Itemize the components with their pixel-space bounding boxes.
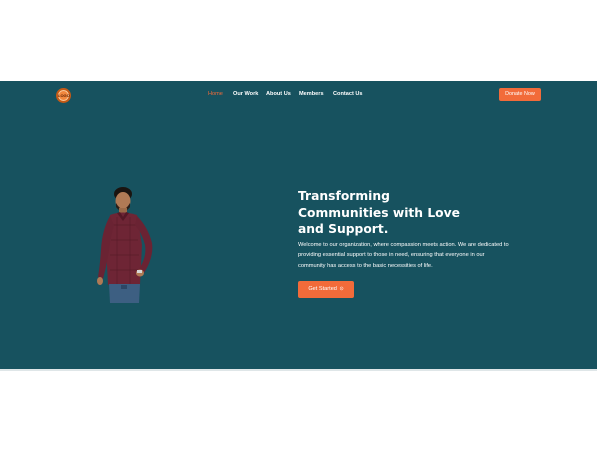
nav-about-us[interactable]: About Us	[266, 91, 291, 97]
headline-line-2: Communities with Love	[298, 205, 460, 220]
arrow-circle-icon: ⊙	[339, 286, 344, 292]
nav-our-work[interactable]: Our Work	[233, 91, 258, 97]
nav-contact-us[interactable]: Contact Us	[333, 91, 363, 97]
hero-description: Welcome to our organization, where compa…	[298, 242, 509, 269]
person-image	[97, 187, 153, 303]
headline-line-1: Transforming	[298, 189, 390, 203]
nav-home[interactable]: Home	[208, 91, 223, 97]
hero-bottom-border	[0, 369, 600, 371]
headline-line-3: and Support.	[298, 222, 389, 236]
donate-button[interactable]: Donate Now	[499, 88, 541, 101]
get-started-button[interactable]: Get Started ⊙	[298, 281, 354, 298]
hero-headline: Transforming Communities with Love and S…	[298, 188, 498, 238]
get-started-label: Get Started	[308, 286, 337, 292]
nav-members[interactable]: Members	[299, 91, 324, 97]
